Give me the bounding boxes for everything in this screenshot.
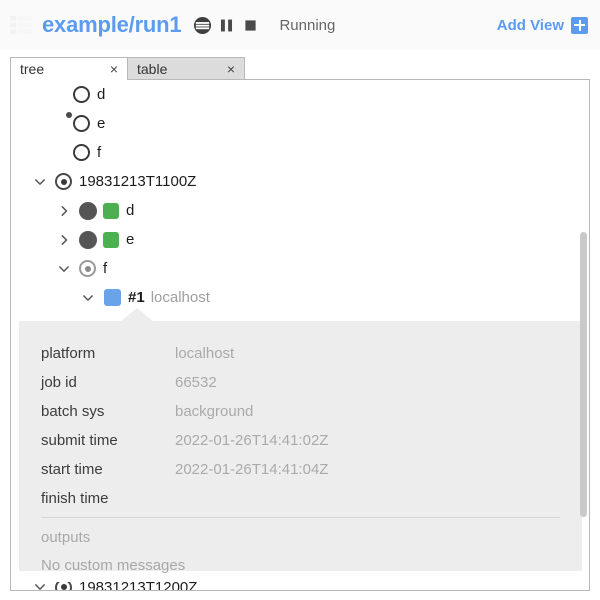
cycle-point-icon — [55, 582, 72, 590]
tab-table-label: table — [137, 61, 168, 77]
tree-view-panel: d e f 19831213T1100Z d e f #1 localhost … — [10, 79, 590, 591]
info-key: platform — [41, 345, 96, 362]
tree-scroll-area: d e f 19831213T1100Z d e f #1 localhost … — [11, 80, 589, 590]
tree-scrollbar-thumb[interactable] — [580, 232, 587, 517]
tree-node-label: 19831213T1100Z — [79, 173, 197, 190]
info-divider — [41, 517, 560, 518]
tree-node-label: 19831213T1200Z — [79, 582, 197, 590]
tree-scrollbar-track[interactable] — [578, 80, 589, 590]
info-value: 2022-01-26T14:41:04Z — [175, 461, 329, 478]
custom-messages-label: No custom messages — [41, 557, 186, 574]
info-row: finish time — [41, 484, 560, 513]
job-running-icon — [103, 202, 119, 219]
job-info-tooltip: platform localhost job id 66532 batch sy… — [19, 308, 582, 574]
info-value: 2022-01-26T14:41:02Z — [175, 432, 329, 449]
list-icon[interactable] — [10, 16, 32, 34]
add-view-label: Add View — [496, 16, 564, 34]
task-state-icon — [79, 201, 97, 220]
circle-open-icon — [73, 115, 90, 132]
add-view-button[interactable]: Add View — [496, 16, 588, 34]
tree-node-label: d — [126, 202, 135, 219]
cycle-point-icon — [55, 173, 72, 190]
tree-row-cycle-point[interactable]: 19831213T1100Z — [11, 167, 589, 196]
tree-row[interactable]: f — [11, 138, 589, 167]
info-key: job id — [41, 374, 77, 391]
task-state-icon — [79, 230, 97, 249]
new-activity-dot-icon — [66, 112, 72, 118]
circle-open-icon — [73, 86, 90, 103]
workflow-title[interactable]: example/run1 — [42, 12, 182, 38]
info-key: submit time — [41, 432, 118, 449]
job-running-icon — [103, 231, 119, 248]
circle-open-icon — [73, 144, 90, 161]
tree-row-task[interactable]: e — [11, 225, 589, 254]
info-value: localhost — [175, 345, 235, 362]
tree-row-task[interactable]: d — [11, 196, 589, 225]
info-key: finish time — [41, 490, 109, 507]
job-host-label: localhost — [150, 289, 210, 306]
plus-square-icon — [571, 16, 588, 34]
info-row: batch sys background — [41, 397, 560, 426]
workflow-status: Running — [279, 16, 336, 34]
tree-node-label: e — [126, 231, 135, 248]
info-value: background — [175, 403, 254, 420]
tab-tree-close-icon[interactable]: × — [110, 62, 118, 76]
outputs-label: outputs — [41, 529, 91, 546]
tree-row-cycle-point[interactable]: 19831213T1200Z — [11, 582, 197, 590]
tab-tree-label: tree — [20, 61, 45, 77]
job-submitted-icon — [104, 289, 121, 306]
tree-node-label: d — [97, 86, 106, 103]
chevron-down-icon[interactable] — [31, 582, 49, 590]
hold-circle-icon[interactable] — [191, 14, 213, 36]
info-value: 66532 — [175, 374, 217, 391]
chevron-down-icon[interactable] — [55, 260, 73, 278]
tree-row[interactable]: d — [11, 80, 589, 109]
info-row: submit time 2022-01-26T14:41:02Z — [41, 426, 560, 455]
tree-row-task[interactable]: f — [11, 254, 589, 283]
chevron-down-icon[interactable] — [79, 289, 97, 307]
tab-table[interactable]: table × — [127, 57, 245, 80]
job-number-label: #1 — [128, 289, 145, 306]
task-state-icon — [79, 260, 96, 277]
chevron-right-icon[interactable] — [55, 231, 73, 249]
app-root: example/run1 Running Add View tree × tab… — [0, 0, 600, 600]
tree-node-label: f — [103, 260, 108, 277]
info-row: start time 2022-01-26T14:41:04Z — [41, 455, 560, 484]
info-key: start time — [41, 461, 103, 478]
info-key: batch sys — [41, 403, 105, 420]
app-header: example/run1 Running Add View — [0, 0, 600, 50]
tree-node-label: e — [97, 115, 106, 132]
tab-tree[interactable]: tree × — [10, 57, 128, 80]
stop-square-icon[interactable] — [239, 14, 261, 36]
tree-node-label: f — [97, 144, 102, 161]
view-tabbar: tree × table × — [10, 56, 590, 80]
info-row: job id 66532 — [41, 368, 560, 397]
tab-table-close-icon[interactable]: × — [227, 62, 235, 76]
info-row: platform localhost — [41, 339, 560, 368]
tree-row[interactable]: e — [11, 109, 589, 138]
tooltip-caret-icon — [121, 308, 153, 321]
chevron-down-icon[interactable] — [31, 173, 49, 191]
pause-icon[interactable] — [215, 14, 237, 36]
tree-row-job[interactable]: #1 localhost — [11, 283, 589, 312]
chevron-right-icon[interactable] — [55, 202, 73, 220]
